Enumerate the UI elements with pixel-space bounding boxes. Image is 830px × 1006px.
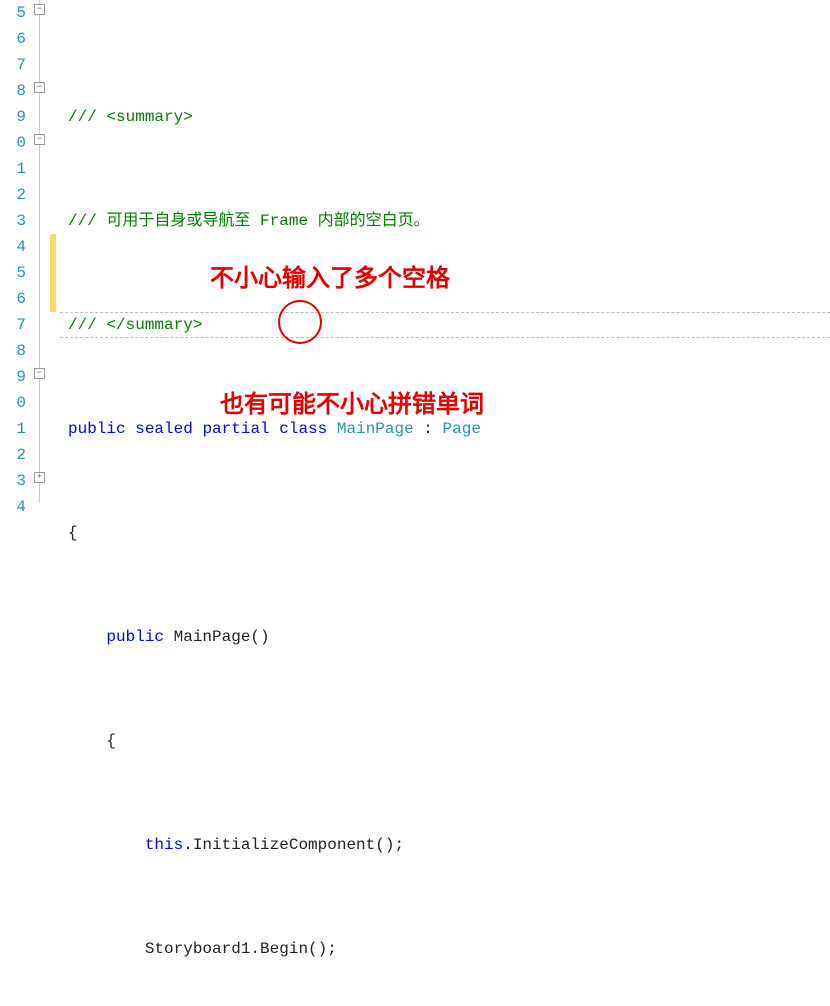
line-number: 4 (0, 234, 26, 260)
fold-toggle-icon[interactable]: + (34, 472, 45, 483)
line-number: 1 (0, 156, 26, 182)
line-number: 2 (0, 182, 26, 208)
line-number: 8 (0, 338, 26, 364)
line-number: 5 (0, 260, 26, 286)
code-editor[interactable]: 5 6 7 8 9 0 1 2 3 4 5 6 7 8 9 0 1 2 3 4 … (0, 0, 830, 503)
modified-indicator (50, 234, 56, 312)
fold-toggle-icon[interactable]: − (34, 134, 45, 145)
code-line[interactable]: Storyboard1.Begin(); (68, 936, 830, 962)
code-line[interactable]: /// </summary> (68, 312, 830, 338)
code-area[interactable]: /// <summary> /// 可用于自身或导航至 Frame 内部的空白页… (60, 0, 830, 503)
line-number: 0 (0, 390, 26, 416)
line-number: 3 (0, 208, 26, 234)
fold-toggle-icon[interactable]: − (34, 4, 45, 15)
line-number: 9 (0, 104, 26, 130)
code-line[interactable]: { (68, 520, 830, 546)
line-number: 3 (0, 468, 26, 494)
change-margin (50, 0, 60, 503)
line-number: 8 (0, 78, 26, 104)
line-number: 1 (0, 416, 26, 442)
fold-gutter: − − − − + (30, 0, 50, 503)
code-line[interactable]: public sealed partial class MainPage : P… (68, 416, 830, 442)
fold-guide-line (39, 0, 40, 503)
line-number: 6 (0, 26, 26, 52)
line-number: 9 (0, 364, 26, 390)
line-number: 0 (0, 130, 26, 156)
line-number: 7 (0, 312, 26, 338)
code-line[interactable]: public MainPage() (68, 624, 830, 650)
line-number: 5 (0, 0, 26, 26)
line-number: 7 (0, 52, 26, 78)
line-number: 4 (0, 494, 26, 520)
fold-toggle-icon[interactable]: − (34, 82, 45, 93)
code-line[interactable]: /// <summary> (68, 104, 830, 130)
code-line[interactable]: /// 可用于自身或导航至 Frame 内部的空白页。 (68, 208, 830, 234)
line-number-gutter: 5 6 7 8 9 0 1 2 3 4 5 6 7 8 9 0 1 2 3 4 (0, 0, 30, 503)
line-number: 2 (0, 442, 26, 468)
fold-toggle-icon[interactable]: − (34, 368, 45, 379)
code-line[interactable]: { (68, 728, 830, 754)
code-line[interactable]: this.InitializeComponent(); (68, 832, 830, 858)
line-number: 6 (0, 286, 26, 312)
